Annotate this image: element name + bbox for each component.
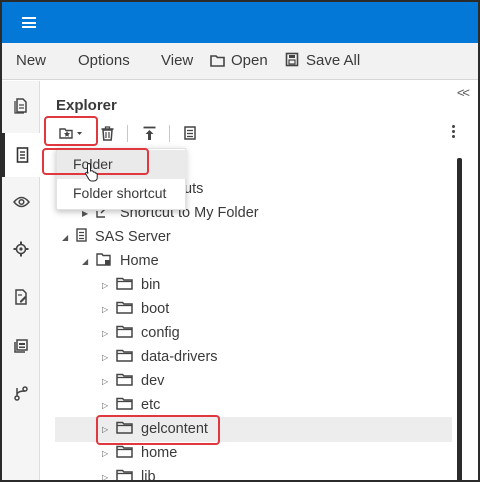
- collapse-arrow-icon: ◢: [62, 232, 69, 242]
- properties-icon: [184, 126, 196, 140]
- menu-item-folder[interactable]: Folder: [57, 150, 187, 179]
- rail-document-button[interactable]: [2, 84, 40, 128]
- tree-item-label: SAS Server: [95, 229, 171, 245]
- new-dropdown-icon: [59, 128, 82, 139]
- toolbar-divider: [169, 125, 170, 142]
- folder-icon: [116, 469, 133, 480]
- library-icon: [14, 338, 28, 353]
- tree-item-label: gelcontent: [141, 421, 208, 437]
- hamburger-menu-icon[interactable]: [22, 17, 36, 28]
- tree-item-label: home: [141, 445, 178, 461]
- properties-button[interactable]: [184, 122, 196, 144]
- vertical-scrollbar[interactable]: [457, 158, 462, 480]
- tree-item-label: boot: [141, 301, 170, 317]
- open-button[interactable]: Open: [210, 52, 268, 71]
- menu-item-folder-shortcut[interactable]: Folder shortcut: [57, 179, 187, 208]
- app-window: New Options View Open Save All << Explor…: [0, 0, 480, 482]
- expand-arrow-icon: ▷: [102, 448, 109, 458]
- menu-bar: New Options View Open Save All: [2, 43, 478, 80]
- tree-item-label: config: [141, 325, 180, 341]
- folder-icon: [116, 445, 133, 462]
- expand-arrow-icon: ▷: [102, 328, 109, 338]
- left-rail: [2, 81, 40, 480]
- view-menu[interactable]: View: [161, 52, 193, 69]
- rail-file-edit-button[interactable]: [2, 275, 40, 319]
- tree-item-folder[interactable]: ▷ etc: [102, 393, 160, 417]
- tree-item-folder[interactable]: ▷ lib: [102, 465, 156, 482]
- home-folder-icon: [96, 252, 112, 270]
- upload-button[interactable]: [143, 122, 156, 144]
- eye-icon: [12, 196, 30, 208]
- expand-arrow-icon: ▷: [102, 376, 109, 386]
- collapse-arrow-icon: ◢: [82, 256, 89, 266]
- expand-arrow-icon: ▷: [102, 304, 109, 314]
- save-all-button[interactable]: Save All: [285, 52, 360, 71]
- options-menu[interactable]: Options: [78, 52, 130, 69]
- folder-icon: [116, 421, 133, 438]
- new-item-menu: Folder Folder shortcut: [56, 148, 187, 210]
- tree-item-folder[interactable]: ▷ dev: [102, 369, 164, 393]
- folder-open-icon: [210, 54, 225, 71]
- tree-item-folder[interactable]: ▷ data-drivers: [102, 345, 218, 369]
- tree-item-label: bin: [141, 277, 161, 293]
- tree-item-sas-server[interactable]: ◢ SAS Server: [62, 225, 171, 249]
- new-item-dropdown-button[interactable]: [59, 122, 83, 144]
- file-edit-icon: [15, 289, 27, 305]
- save-all-label: Save All: [306, 52, 361, 69]
- top-bar: [2, 2, 478, 43]
- folder-icon: [116, 373, 133, 390]
- expand-arrow-icon: ▷: [102, 352, 109, 362]
- git-icon: [14, 386, 28, 401]
- expand-arrow-icon: ▷: [102, 280, 109, 290]
- open-label: Open: [231, 52, 268, 69]
- collapse-panel-button[interactable]: <<: [457, 85, 470, 100]
- server-icon: [16, 147, 29, 163]
- folder-icon: [116, 397, 133, 414]
- gear-icon: [13, 241, 29, 257]
- rail-gear-button[interactable]: [2, 227, 40, 271]
- tree-item-home[interactable]: ◢ Home: [82, 249, 159, 273]
- rail-git-button[interactable]: [2, 371, 40, 415]
- rail-eye-button[interactable]: [2, 180, 40, 224]
- folder-icon: [116, 325, 133, 342]
- tree-item-label: data-drivers: [141, 349, 218, 365]
- rail-library-button[interactable]: [2, 324, 40, 368]
- delete-button[interactable]: [101, 122, 114, 144]
- folder-icon: [116, 277, 133, 294]
- folder-icon: [116, 349, 133, 366]
- tree-item-label: etc: [141, 397, 161, 413]
- tree-item-label: dev: [141, 373, 165, 389]
- save-all-icon: [285, 52, 300, 71]
- tree-item-label: Home: [120, 253, 159, 269]
- server-icon: [76, 228, 87, 246]
- tree-item-folder[interactable]: ▷ bin: [102, 273, 160, 297]
- delete-icon: [101, 125, 114, 141]
- upload-icon: [143, 126, 156, 140]
- expand-arrow-icon: ▷: [102, 424, 109, 434]
- document-icon: [14, 98, 27, 114]
- hand-cursor-icon: [84, 162, 100, 187]
- panel-title: Explorer: [56, 97, 117, 114]
- explorer-toolbar: [56, 122, 456, 144]
- more-options-icon[interactable]: [452, 125, 456, 140]
- rail-server-button[interactable]: [2, 133, 40, 177]
- toolbar-divider: [127, 125, 128, 142]
- expand-arrow-icon: ▷: [102, 472, 109, 482]
- new-menu[interactable]: New: [16, 52, 46, 69]
- tree-item-folder[interactable]: ▷ config: [102, 321, 180, 345]
- tree-item-folder[interactable]: ▷ home: [102, 441, 177, 465]
- folder-icon: [116, 301, 133, 318]
- expand-arrow-icon: ▷: [102, 400, 109, 410]
- tree-item-folder[interactable]: ▷ boot: [102, 297, 169, 321]
- tree-item-label: lib: [141, 469, 156, 482]
- tree-item-folder-selected[interactable]: ▷ gelcontent: [102, 417, 208, 441]
